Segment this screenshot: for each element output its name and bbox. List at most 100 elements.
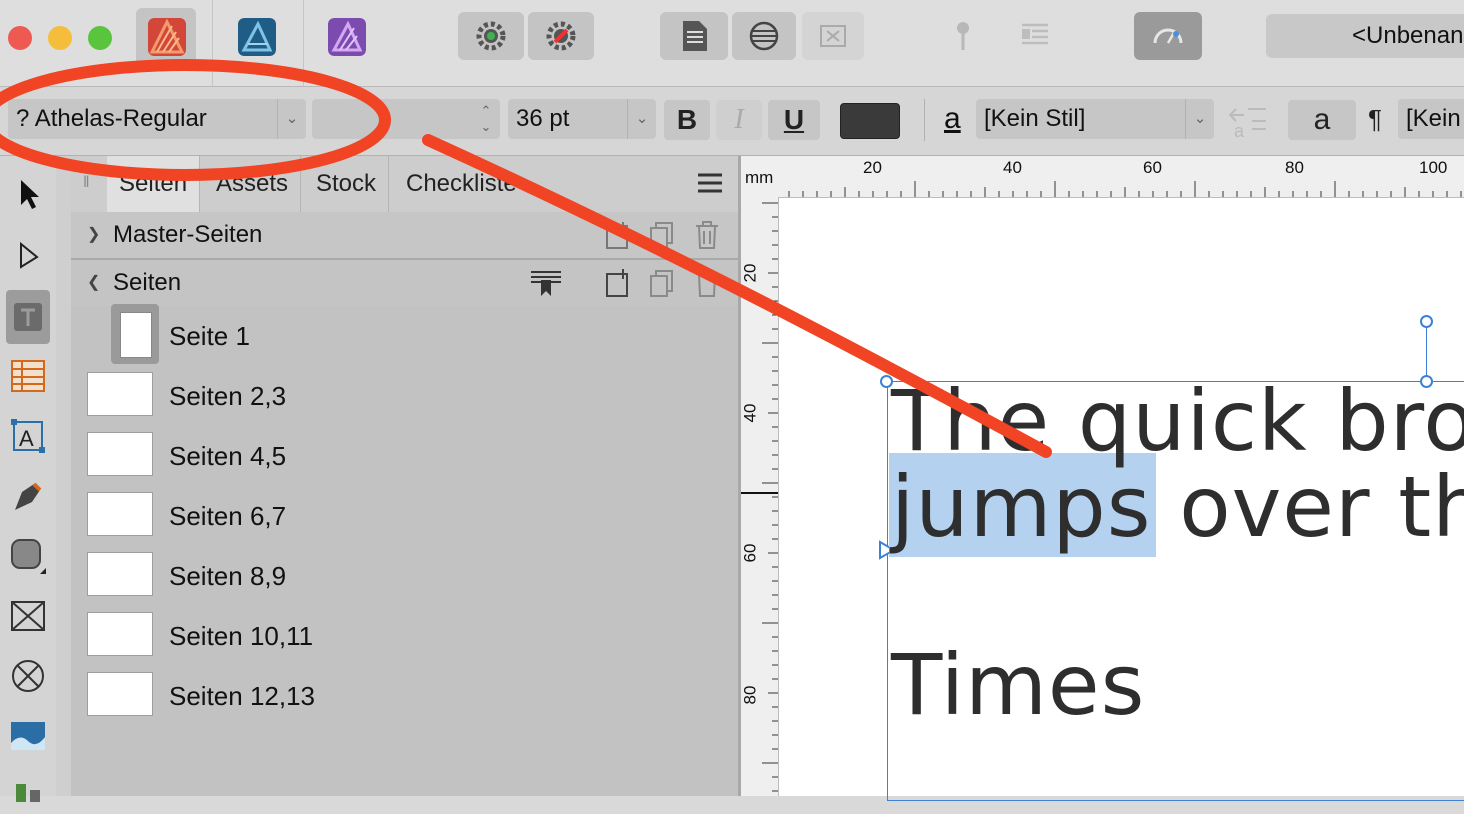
rectangle-tool[interactable] xyxy=(6,532,50,580)
zoom-window-button[interactable] xyxy=(88,26,112,50)
canvas-text-line[interactable]: Times xyxy=(891,636,1145,734)
style-lines-icon: a xyxy=(1226,101,1270,141)
text-tool-icon xyxy=(12,301,44,333)
chevron-down-icon: ⌄ xyxy=(277,99,306,139)
page-label: Seiten 6,7 xyxy=(169,486,286,546)
page-thumbnail xyxy=(120,312,152,358)
vertical-ruler: 20 40 60 80 xyxy=(741,197,779,796)
panel-gutter xyxy=(56,156,71,796)
chevron-down-icon: ❮ xyxy=(87,260,100,306)
bold-button[interactable]: B xyxy=(664,100,710,140)
paragraph-style-value: [Kein xyxy=(1406,105,1461,132)
text-wrap-button[interactable] xyxy=(660,12,728,60)
snapping-button[interactable] xyxy=(528,12,594,60)
page-thumbnail xyxy=(87,552,153,596)
tab-stock[interactable]: Stock xyxy=(304,156,389,212)
duplicate-icon[interactable] xyxy=(647,220,677,250)
ruler-label: 60 xyxy=(740,544,760,563)
underline-button[interactable]: U xyxy=(768,100,820,140)
ruler-label: 40 xyxy=(740,404,760,423)
caps-button[interactable]: a xyxy=(1288,100,1356,140)
canvas-text-line[interactable]: jumps over th xyxy=(891,458,1464,556)
page-row[interactable]: Seite 1 xyxy=(71,306,738,366)
trash-icon[interactable] xyxy=(693,268,721,298)
font-size-field[interactable]: 36 pt ⌄ xyxy=(508,99,656,139)
picture-frame-tool[interactable] xyxy=(6,592,50,640)
ruler-ticks xyxy=(741,197,778,796)
main-toolbar: <Unbenan xyxy=(0,0,1464,87)
preferences-button[interactable] xyxy=(458,12,524,60)
canvas-text-line[interactable]: The quick bro xyxy=(891,372,1464,470)
page-row[interactable]: Seiten 4,5 xyxy=(71,426,738,486)
stepper-icon: ⌃⌄ xyxy=(472,99,500,139)
frame-button[interactable] xyxy=(802,12,864,60)
trash-icon[interactable] xyxy=(693,220,721,250)
wrap-circle-button[interactable] xyxy=(732,12,796,60)
ruler-ticks xyxy=(741,156,1464,197)
document-title[interactable]: <Unbenan xyxy=(1266,14,1464,58)
page-row[interactable]: Seiten 6,7 xyxy=(71,486,738,546)
tools-panel: A xyxy=(0,156,57,796)
add-page-icon[interactable] xyxy=(603,268,633,298)
font-family-value: ? Athelas-Regular xyxy=(16,105,207,132)
text-rest[interactable]: over th xyxy=(1152,458,1464,556)
frame-x-icon xyxy=(818,22,848,50)
publisher-persona-button[interactable] xyxy=(136,8,196,68)
master-pages-section[interactable]: ❯ Master-Seiten xyxy=(71,212,738,261)
panel-tabs: ‖ Seiten Assets Stock Checkliste xyxy=(71,156,738,213)
text-color-swatch[interactable] xyxy=(840,103,900,139)
publisher-app-icon xyxy=(148,18,186,56)
tab-assets[interactable]: Assets xyxy=(204,156,301,212)
close-window-button[interactable] xyxy=(8,26,32,50)
frame-text-icon: A xyxy=(10,418,46,454)
font-size-value: 36 pt xyxy=(516,105,569,132)
italic-button[interactable]: I xyxy=(716,100,762,140)
page-label: Seiten 12,13 xyxy=(169,666,315,726)
page-row[interactable]: Seiten 8,9 xyxy=(71,546,738,606)
document-icon xyxy=(677,18,711,54)
image-icon xyxy=(10,721,46,751)
align-button[interactable] xyxy=(1002,12,1068,60)
preflight-button[interactable] xyxy=(1134,12,1202,60)
font-family-dropdown[interactable]: ? Athelas-Regular ⌄ xyxy=(8,99,306,139)
font-style-dropdown[interactable]: ⌃⌄ xyxy=(312,99,500,139)
frame-text-tool[interactable]: A xyxy=(6,412,50,460)
ruler-label: 20 xyxy=(740,264,760,283)
paragraph-style-dropdown[interactable]: [Kein xyxy=(1398,99,1464,139)
page-thumbnail xyxy=(87,672,153,716)
style-from-selection-button[interactable]: a xyxy=(1226,101,1270,141)
place-image-tool[interactable] xyxy=(6,712,50,760)
tab-seiten[interactable]: Seiten xyxy=(107,156,200,212)
node-tool[interactable] xyxy=(6,232,50,280)
minimize-window-button[interactable] xyxy=(48,26,72,50)
page-row[interactable]: Seiten 10,11 xyxy=(71,606,738,666)
ellipse-frame-tool[interactable] xyxy=(6,652,50,700)
selected-word[interactable]: jumps xyxy=(891,458,1152,556)
pin-button[interactable] xyxy=(930,12,996,60)
chevron-down-icon: ⌄ xyxy=(627,99,656,139)
page-row[interactable]: Seiten 12,13 xyxy=(71,666,738,726)
page-row[interactable]: Seiten 2,3 xyxy=(71,366,738,426)
rotate-handle[interactable] xyxy=(1420,315,1433,328)
align-lines-icon xyxy=(1018,21,1052,51)
add-master-icon[interactable] xyxy=(603,220,633,250)
apply-master-icon[interactable] xyxy=(529,268,563,298)
artistic-text-tool[interactable] xyxy=(6,290,50,344)
more-tools[interactable] xyxy=(6,766,50,814)
pen-tool[interactable] xyxy=(6,472,50,520)
pen-nib-icon xyxy=(10,478,46,514)
photo-app-icon xyxy=(328,18,366,56)
table-tool[interactable] xyxy=(6,352,50,400)
character-style-dropdown[interactable]: [Kein Stil] ⌄ xyxy=(976,99,1214,139)
panel-menu-icon[interactable] xyxy=(697,172,723,199)
gear-snap-icon xyxy=(543,18,579,54)
move-tool[interactable] xyxy=(6,170,50,218)
designer-persona-button[interactable] xyxy=(226,8,286,68)
pages-section[interactable]: ❮ Seiten xyxy=(71,260,738,306)
ruler-label: 40 xyxy=(1003,158,1022,178)
duplicate-icon[interactable] xyxy=(647,268,677,298)
photo-persona-button[interactable] xyxy=(316,8,376,68)
ruler-label: 60 xyxy=(1143,158,1162,178)
drag-handle-icon[interactable]: ‖ xyxy=(83,174,90,192)
tab-checkliste[interactable]: Checkliste xyxy=(394,156,529,212)
